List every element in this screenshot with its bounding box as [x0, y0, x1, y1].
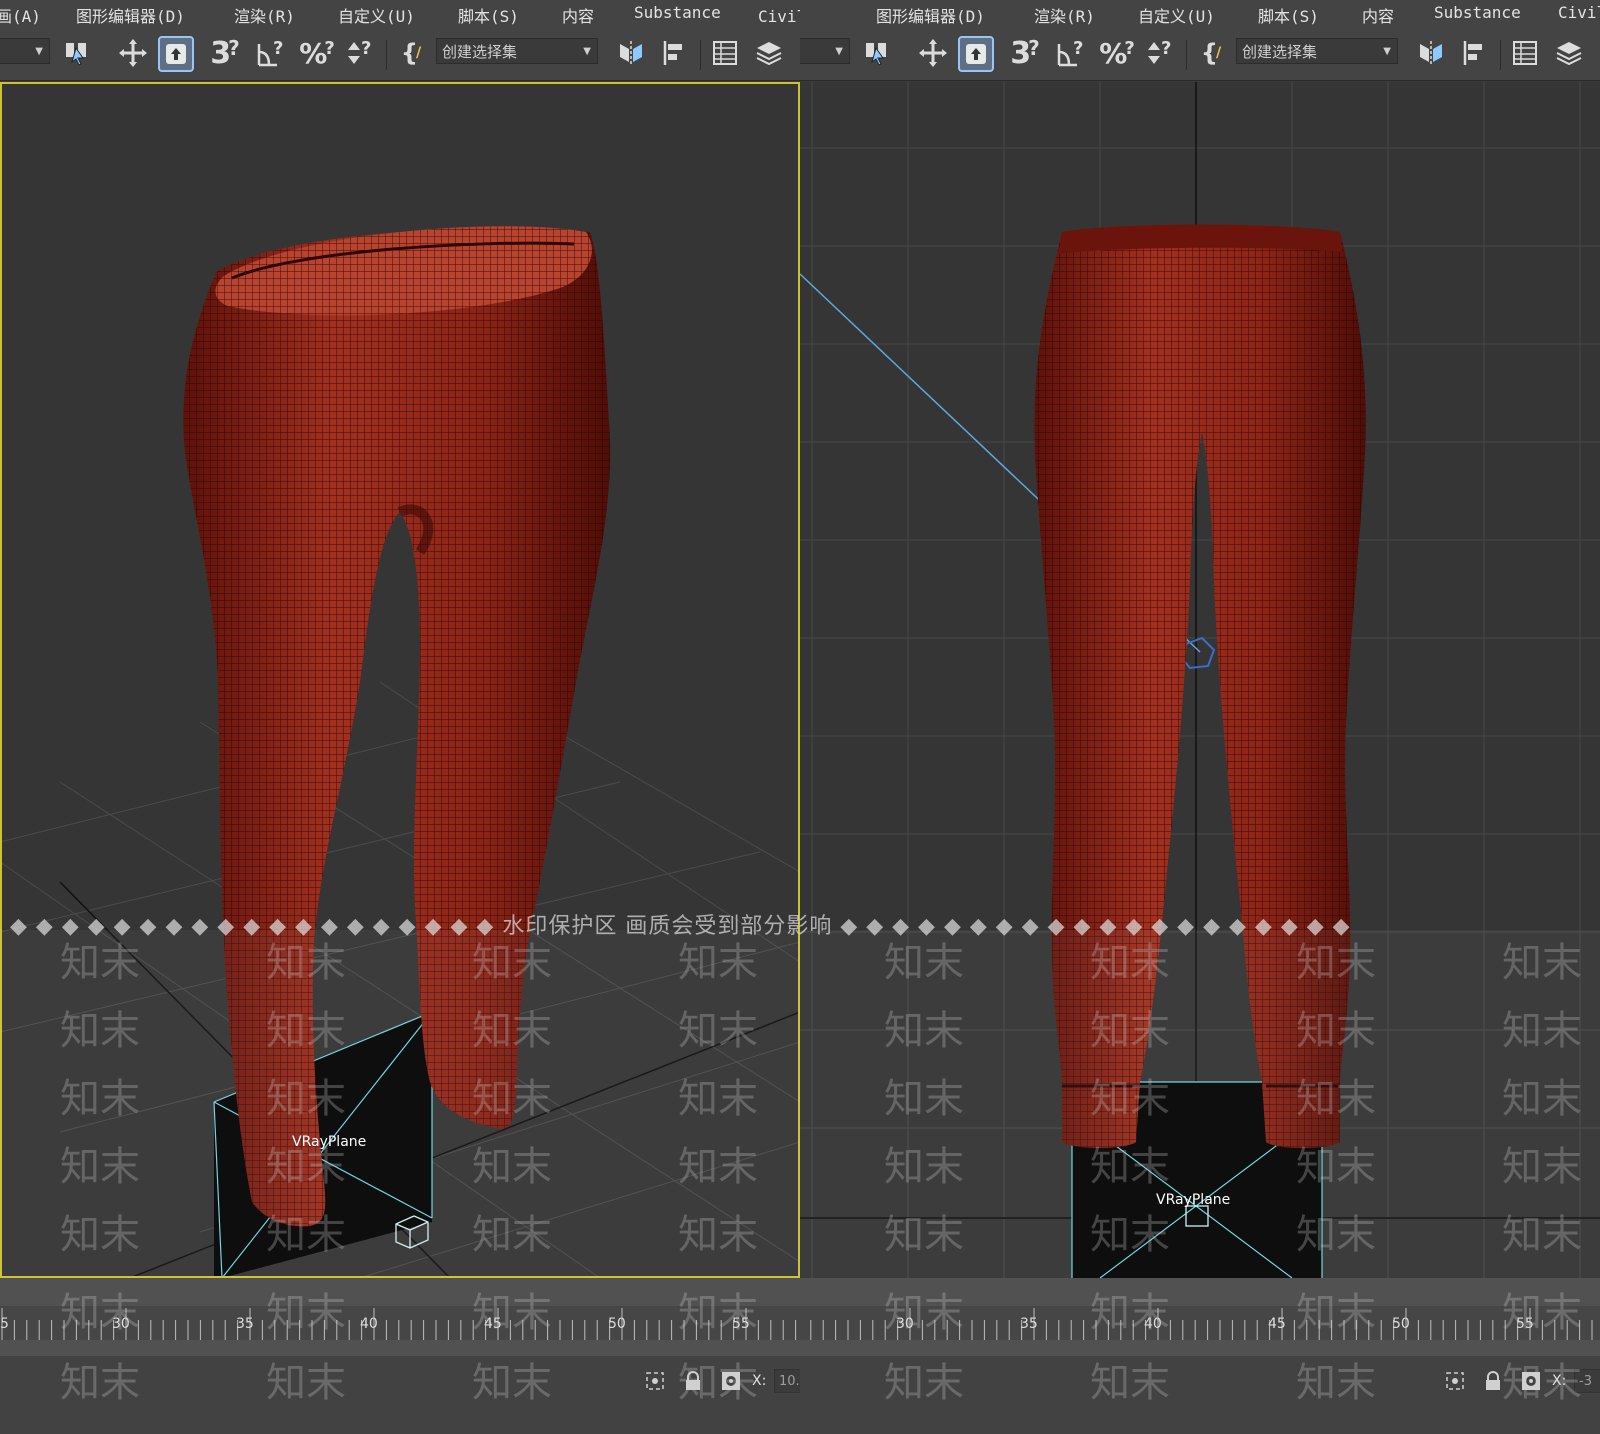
tick-label: 45 [484, 1316, 502, 1332]
leggings-mesh-front[interactable] [1034, 224, 1366, 1149]
edit-named-selection-icon[interactable]: {/ [1194, 36, 1228, 70]
x-coord-input[interactable]: -3 [1574, 1369, 1600, 1393]
menu-graph-editors[interactable]: 图形编辑器(D) [876, 3, 985, 27]
menu-customize[interactable]: 自定义(U) [1138, 3, 1215, 27]
right-application-pane: 图形编辑器(D) 渲染(R) 自定义(U) 脚本(S) 内容 Substance… [800, 0, 1600, 1434]
select-by-name-icon[interactable] [60, 36, 94, 70]
svg-text:?: ? [273, 38, 283, 59]
menu-rendering[interactable]: 渲染(R) [1034, 3, 1095, 27]
x-coord-input[interactable]: 10. [774, 1369, 800, 1393]
menu-content[interactable]: 内容 [562, 3, 594, 27]
percent-snap-icon[interactable]: %? [1099, 36, 1135, 70]
move-icon[interactable] [116, 36, 150, 70]
menu-rendering[interactable]: 渲染(R) [234, 3, 295, 27]
toolbar-separator [700, 40, 701, 70]
main-toolbar: ▼ 3? ? %? ? {/ 创建选择集 ▼ [800, 28, 1600, 81]
angle-snap-icon[interactable]: ? [254, 36, 288, 70]
layer-icon[interactable] [752, 36, 786, 70]
x-coord-label: X: [1552, 1373, 1567, 1389]
menu-substance[interactable]: Substance [634, 3, 721, 22]
menu-content[interactable]: 内容 [1362, 3, 1394, 27]
select-object-icon[interactable] [158, 36, 194, 72]
tick-label: 30 [112, 1316, 130, 1332]
percent-snap-icon[interactable]: %? [299, 36, 335, 70]
tick-label: 45 [1268, 1316, 1286, 1332]
mirror-icon[interactable] [614, 36, 648, 70]
chevron-down-icon: ▼ [1383, 46, 1391, 57]
tick-label: 5 [0, 1316, 9, 1332]
selection-filter-dropdown[interactable]: ▼ [0, 38, 50, 64]
mirror-icon[interactable] [1414, 36, 1448, 70]
svg-text:?: ? [1161, 38, 1171, 59]
spinner-snap-icon[interactable]: ? [1144, 36, 1178, 70]
edit-named-selection-icon[interactable]: {/ [394, 36, 428, 70]
spinner-snap-icon[interactable]: ? [344, 36, 378, 70]
menu-civil[interactable]: Civil [1558, 3, 1600, 22]
timeline[interactable]: 5 30 35 40 45 50 55 [0, 1278, 800, 1356]
named-selection-set-dropdown[interactable]: 创建选择集 ▼ [1236, 38, 1398, 64]
left-application-pane: 画(A) 图形编辑器(D) 渲染(R) 自定义(U) 脚本(S) 内容 Subs… [0, 0, 800, 1434]
x-coord-label: X: [752, 1373, 767, 1389]
scene-explorer-icon[interactable] [1508, 36, 1542, 70]
tick-label: 50 [1392, 1316, 1410, 1332]
timeline[interactable]: 5 30 35 40 45 50 55 [800, 1278, 1600, 1356]
layer-icon[interactable] [1552, 36, 1586, 70]
menu-customize[interactable]: 自定义(U) [338, 3, 415, 27]
absolute-mode-icon[interactable] [1520, 1370, 1542, 1392]
time-ruler [800, 1306, 1600, 1340]
isolate-selection-icon[interactable] [644, 1370, 666, 1392]
tick-label: 40 [360, 1316, 378, 1332]
status-bar: X: -3 [800, 1356, 1600, 1434]
menu-scripting[interactable]: 脚本(S) [1258, 3, 1319, 27]
toolbar-separator [1186, 40, 1187, 70]
snap-3d-icon[interactable]: 3? [208, 36, 242, 71]
status-bar: X: 10. [0, 1356, 800, 1434]
snap-3d-icon[interactable]: 3? [1008, 36, 1042, 71]
menu-bar: 画(A) 图形编辑器(D) 渲染(R) 自定义(U) 脚本(S) 内容 Subs… [0, 0, 800, 29]
named-selection-set-dropdown[interactable]: 创建选择集 ▼ [436, 38, 598, 64]
tick-label: 40 [1144, 1316, 1162, 1332]
svg-text:?: ? [1073, 38, 1083, 59]
align-icon[interactable] [1458, 36, 1492, 70]
tick-label: 50 [608, 1316, 626, 1332]
menu-graph-editors[interactable]: 图形编辑器(D) [76, 3, 185, 27]
move-icon[interactable] [916, 36, 950, 70]
menu-substance[interactable]: Substance [1434, 3, 1521, 22]
select-object-icon[interactable] [958, 36, 994, 72]
menu-civil[interactable]: Civil画(A) [758, 3, 800, 27]
svg-text:?: ? [361, 38, 371, 59]
menu-bar: 图形编辑器(D) 渲染(R) 自定义(U) 脚本(S) 内容 Substance… [800, 0, 1600, 29]
chevron-down-icon: ▼ [35, 46, 43, 57]
chevron-down-icon: ▼ [835, 46, 843, 57]
toolbar-separator [1500, 40, 1501, 70]
scene-explorer-icon[interactable] [708, 36, 742, 70]
lock-icon[interactable] [1482, 1370, 1504, 1392]
main-toolbar: ▼ 3? ? %? ? {/ 创建选择集 ▼ [0, 28, 800, 81]
toolbar-separator [386, 40, 387, 70]
absolute-mode-icon[interactable] [720, 1370, 742, 1392]
lock-icon[interactable] [682, 1370, 704, 1392]
front-viewport[interactable]: VRayPlane [800, 82, 1600, 1278]
menu-scripting[interactable]: 脚本(S) [458, 3, 519, 27]
perspective-viewport[interactable]: VRayPlane [0, 82, 800, 1278]
isolate-selection-icon[interactable] [1444, 1370, 1466, 1392]
tick-label: 55 [1516, 1316, 1534, 1332]
tick-label: 30 [896, 1316, 914, 1332]
angle-snap-icon[interactable]: ? [1054, 36, 1088, 70]
align-icon[interactable] [658, 36, 692, 70]
tick-label: 55 [732, 1316, 750, 1332]
vrayplane-label: VRayPlane [1156, 1192, 1231, 1208]
select-by-name-icon[interactable] [860, 36, 894, 70]
chevron-down-icon: ▼ [583, 46, 591, 57]
tick-label: 35 [236, 1316, 254, 1332]
vrayplane-label: VRayPlane [292, 1134, 367, 1150]
selection-filter-dropdown[interactable]: ▼ [800, 38, 850, 64]
tick-label: 35 [1020, 1316, 1038, 1332]
menu-animation[interactable]: 画(A) [0, 3, 41, 27]
named-selection-set-value: 创建选择集 [442, 43, 518, 61]
named-selection-set-value: 创建选择集 [1242, 43, 1318, 61]
